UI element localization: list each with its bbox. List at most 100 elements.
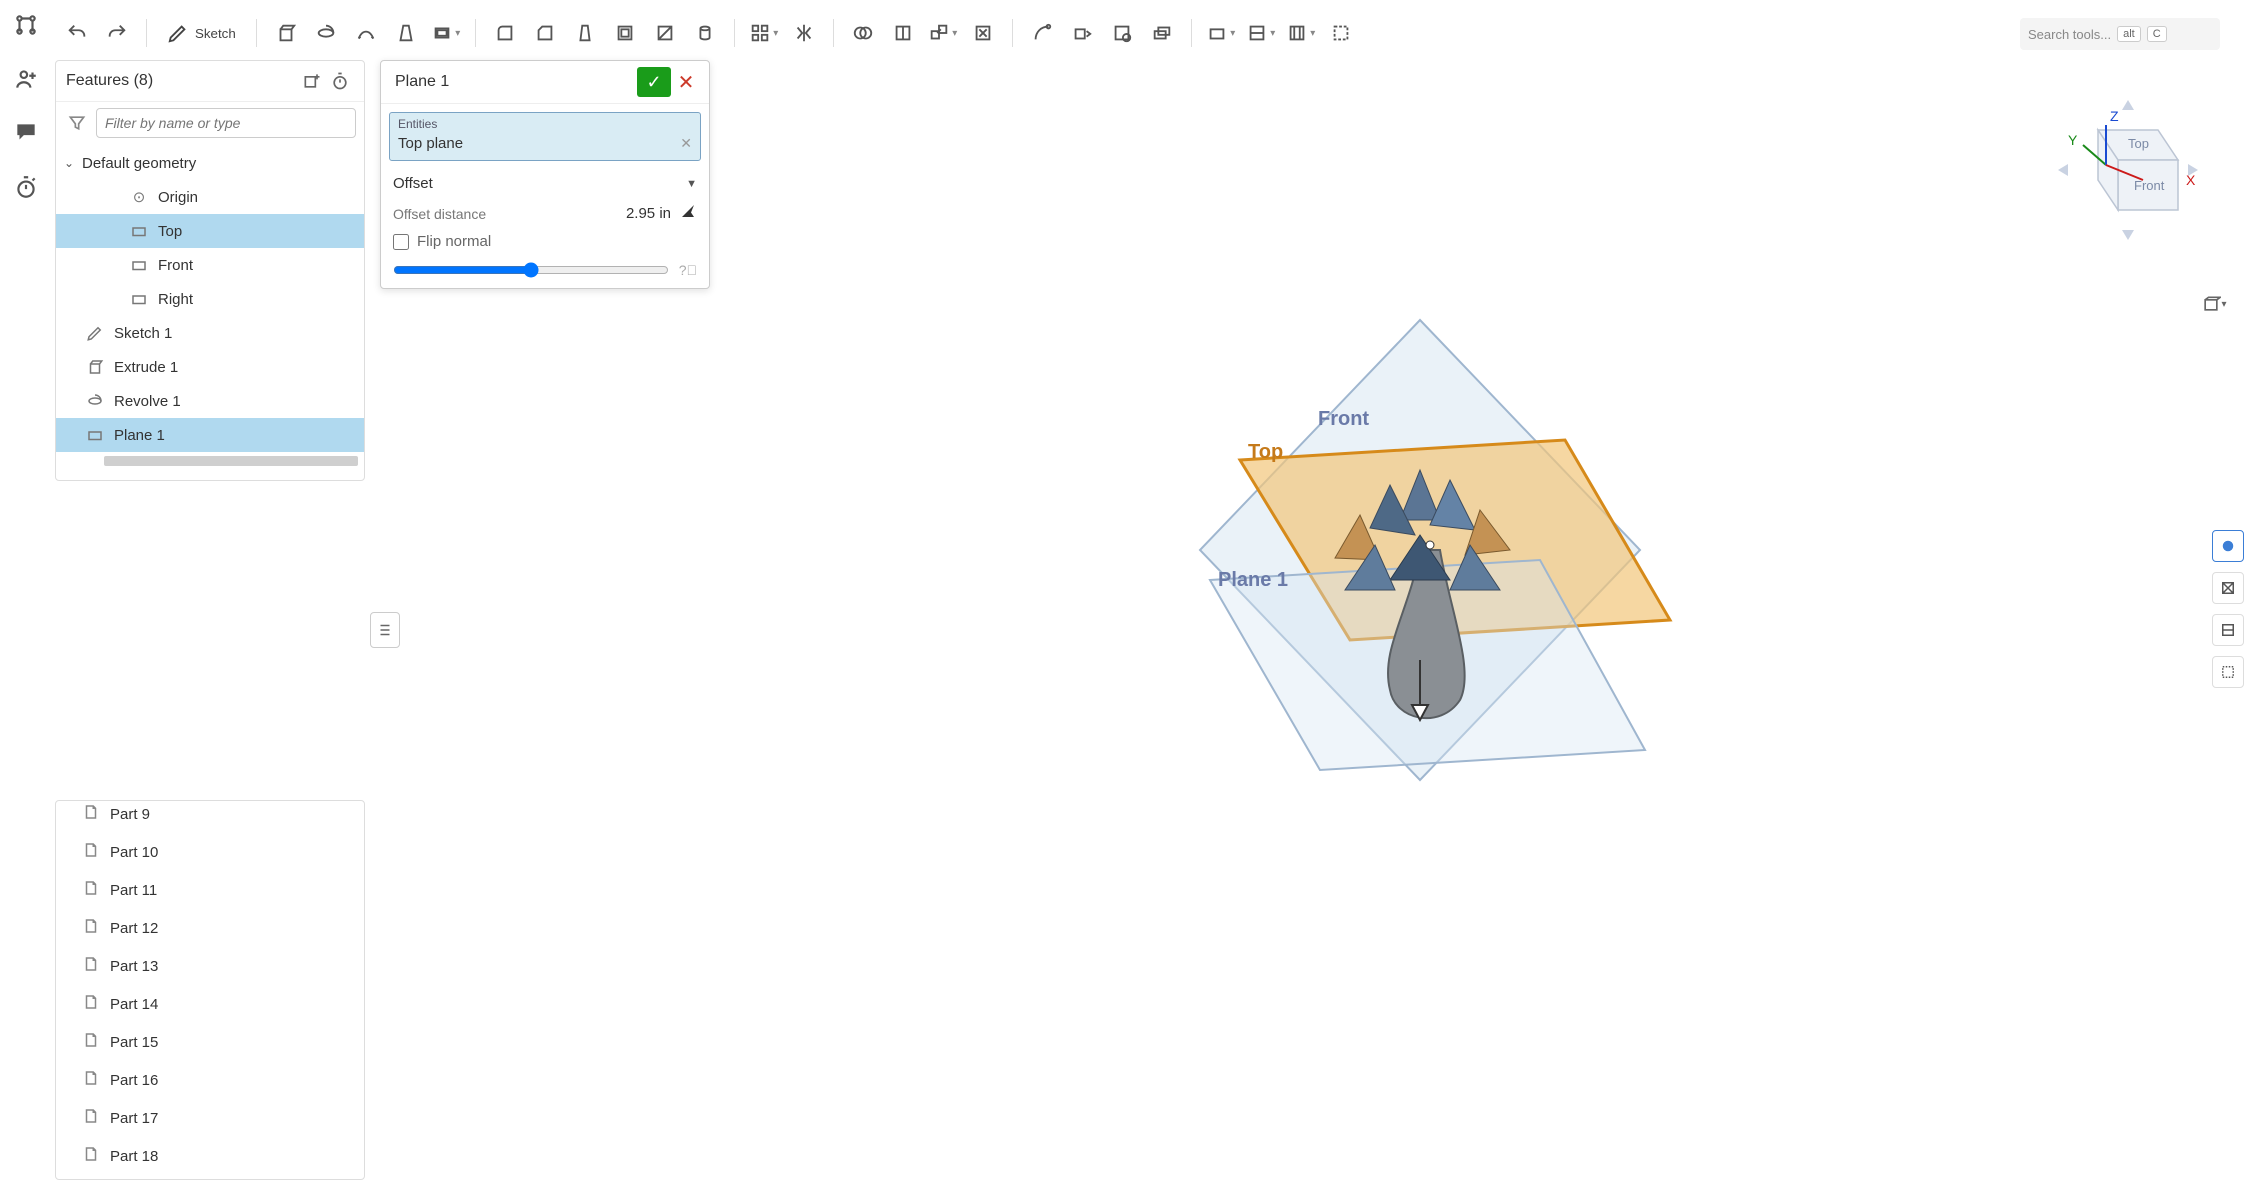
revolve1-label: Revolve 1 (114, 393, 181, 410)
features-title: Features (8) (66, 72, 298, 90)
transform-icon[interactable]: ▾ (926, 16, 960, 50)
search-hotkey-c: C (2147, 26, 2167, 42)
hole-icon[interactable] (688, 16, 722, 50)
plane-tool-icon[interactable]: ▾ (1204, 16, 1238, 50)
undo-button[interactable] (60, 16, 94, 50)
tree-origin[interactable]: ⊙Origin (56, 180, 364, 214)
feature-tree: ⌄ Default geometry ⊙Origin Top Front Rig… (56, 144, 364, 480)
sheet-metal-icon[interactable]: ▾ (1284, 16, 1318, 50)
comment-icon[interactable] (13, 120, 39, 146)
plane-icon (128, 254, 150, 276)
part-item[interactable]: Part 12 (56, 909, 364, 947)
sweep-icon[interactable] (349, 16, 383, 50)
toolbar-divider (734, 19, 735, 47)
viewport-top-label: Top (1248, 441, 1283, 463)
revolve-icon (84, 390, 106, 412)
part-item[interactable]: Part 11 (56, 871, 364, 909)
loft-icon[interactable] (389, 16, 423, 50)
part-item[interactable]: Part 13 (56, 947, 364, 985)
search-tools-box[interactable]: Search tools... alt C (2020, 18, 2220, 50)
rollback-icon[interactable] (326, 67, 354, 95)
features-header: Features (8) (56, 61, 364, 102)
part-icon (82, 1145, 100, 1167)
part-item[interactable]: Part 9 (56, 801, 364, 833)
tree-plane1[interactable]: Plane 1 (56, 418, 364, 452)
extrude-icon (84, 356, 106, 378)
display-mode-hidden-icon[interactable] (2212, 614, 2244, 646)
shell-icon[interactable] (608, 16, 642, 50)
part-icon (82, 803, 100, 825)
delete-face-icon[interactable] (966, 16, 1000, 50)
part-icon (82, 955, 100, 977)
viewport-front-label: Front (1318, 408, 1369, 430)
replace-face-icon[interactable] (1105, 16, 1139, 50)
mirror-icon[interactable] (787, 16, 821, 50)
rib-icon[interactable] (648, 16, 682, 50)
move-face-icon[interactable] (1065, 16, 1099, 50)
tree-top-plane[interactable]: Top (56, 214, 364, 248)
redo-button[interactable] (100, 16, 134, 50)
part-icon (82, 917, 100, 939)
part-item[interactable]: Part 18 (56, 1137, 364, 1175)
part-label: Part 16 (110, 1072, 158, 1089)
frame-icon[interactable] (1324, 16, 1358, 50)
part-label: Part 13 (110, 958, 158, 975)
part-item[interactable]: Part 15 (56, 1023, 364, 1061)
toolbar-divider (1191, 19, 1192, 47)
part-item[interactable]: Part 16 (56, 1061, 364, 1099)
part-icon (82, 1031, 100, 1053)
sketch-button[interactable]: Sketch (159, 16, 244, 50)
part-item[interactable]: Part 17 (56, 1099, 364, 1137)
display-mode-transparent-icon[interactable] (2212, 656, 2244, 688)
part-item[interactable]: Part 10 (56, 833, 364, 871)
sketch1-label: Sketch 1 (114, 325, 172, 342)
modify-fillet-icon[interactable] (1025, 16, 1059, 50)
section-view-icon[interactable]: ▾ (1244, 16, 1278, 50)
tree-sketch1[interactable]: Sketch 1 (56, 316, 364, 350)
filter-icon[interactable] (64, 110, 90, 136)
offset-surface-icon[interactable] (1145, 16, 1179, 50)
add-person-icon[interactable] (13, 66, 39, 92)
toolbar-divider (475, 19, 476, 47)
default-geometry-label: Default geometry (82, 155, 196, 172)
tree-revolve1[interactable]: Revolve 1 (56, 384, 364, 418)
fillet-icon[interactable] (488, 16, 522, 50)
plane1-label: Plane 1 (114, 427, 165, 444)
viewport-plane1-label: Plane 1 (1218, 569, 1288, 591)
plane-icon (128, 220, 150, 242)
part-icon (82, 1069, 100, 1091)
parts-panel: Part 9 Part 10Part 11Part 12 Part 13 Part 1… (55, 800, 365, 1180)
display-mode-wireframe-icon[interactable] (2212, 572, 2244, 604)
chevron-down-icon: ⌄ (64, 156, 82, 170)
pattern-icon[interactable]: ▾ (747, 16, 781, 50)
filter-input[interactable] (96, 108, 356, 138)
top-label: Top (158, 223, 182, 240)
extrude-icon[interactable] (269, 16, 303, 50)
part-icon (82, 1107, 100, 1129)
split-icon[interactable] (886, 16, 920, 50)
stopwatch-icon[interactable] (13, 174, 39, 200)
tree-right-plane[interactable]: Right (56, 282, 364, 316)
part-icon (82, 879, 100, 901)
main-toolbar: Sketch ▾ ▾ ▾ ▾ ▾ ▾ Search tools... alt C (60, 8, 2236, 58)
search-hotkey-alt: alt (2117, 26, 2141, 42)
3d-viewport[interactable]: Front Top Plane 1 (370, 60, 2208, 1187)
part-label: Part 9 (110, 806, 150, 823)
configure-icon[interactable] (13, 12, 39, 38)
display-mode-shaded-icon[interactable] (2212, 530, 2244, 562)
sketch-icon (84, 322, 106, 344)
chamfer-icon[interactable] (528, 16, 562, 50)
revolve-icon[interactable] (309, 16, 343, 50)
thicken-icon[interactable]: ▾ (429, 16, 463, 50)
rollback-bar[interactable] (104, 456, 358, 466)
tree-default-geometry[interactable]: ⌄ Default geometry (56, 146, 364, 180)
boolean-icon[interactable] (846, 16, 880, 50)
parts-list[interactable]: Part 9 Part 10Part 11Part 12 Part 13 Part 1… (56, 801, 364, 1179)
part-item[interactable]: Part 14 (56, 985, 364, 1023)
tree-front-plane[interactable]: Front (56, 248, 364, 282)
part-label: Part 18 (110, 1148, 158, 1165)
right-label: Right (158, 291, 193, 308)
tree-extrude1[interactable]: Extrude 1 (56, 350, 364, 384)
draft-icon[interactable] (568, 16, 602, 50)
add-feature-icon[interactable] (298, 67, 326, 95)
